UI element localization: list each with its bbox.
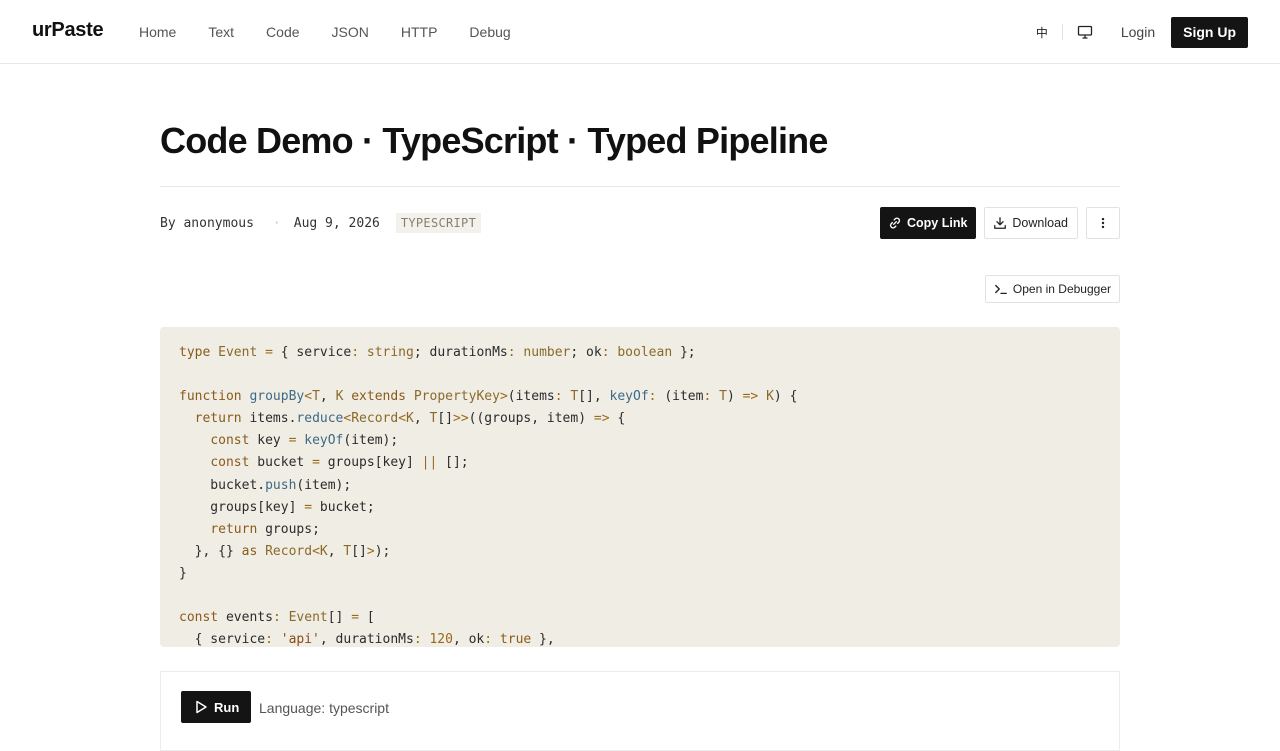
login-link[interactable]: Login: [1121, 24, 1155, 40]
runner-panel: Run Language: typescript: [160, 671, 1120, 751]
language-toggle[interactable]: 中: [1032, 24, 1052, 41]
download-icon: [993, 216, 1007, 230]
language-badge: TYPESCRIPT: [395, 213, 482, 233]
paste-meta: By anonymous · Aug 9, 2026 TYPESCRIPT: [160, 212, 482, 234]
code-line: groups[key] = bucket;: [179, 499, 375, 515]
play-icon: [193, 699, 209, 715]
page-title: Code Demo · TypeScript · Typed Pipeline: [160, 120, 828, 161]
nav-http[interactable]: HTTP: [401, 24, 438, 40]
terminal-icon: [994, 282, 1008, 296]
code-line: const bucket = groups[key] || [];: [210, 455, 469, 471]
nav-text[interactable]: Text: [208, 24, 234, 40]
run-button[interactable]: Run: [181, 691, 252, 723]
desktop-icon[interactable]: [1075, 22, 1095, 42]
signup-button[interactable]: Sign Up: [1171, 16, 1248, 48]
more-vertical-icon[interactable]: [1086, 207, 1120, 239]
nav-code[interactable]: Code: [266, 24, 299, 40]
open-debugger-label: Open in Debugger: [1012, 282, 1111, 296]
code-line: return items.reduce<Record<K, T[]>>((gro…: [194, 411, 626, 427]
header-tools: 中 Login Sign Up: [1032, 16, 1248, 48]
run-label: Run: [214, 699, 240, 715]
code-block[interactable]: type Event = { service: string; duration…: [160, 327, 1120, 647]
paste-date: Aug 9, 2026: [293, 215, 380, 231]
meta-separator: ·: [272, 215, 281, 231]
brand-logo[interactable]: urPaste: [32, 19, 104, 42]
code-line: return groups;: [210, 521, 320, 537]
author: By anonymous: [160, 215, 254, 231]
link-icon: [888, 216, 902, 230]
open-debugger-button[interactable]: Open in Debugger: [984, 275, 1120, 303]
nav-json[interactable]: JSON: [332, 24, 369, 40]
main-nav: Home Text Code JSON HTTP Debug: [139, 0, 543, 64]
code-line: function groupBy<T, K extends PropertyKe…: [179, 389, 798, 405]
code-line: }, {} as Record<K, T[]>);: [179, 543, 391, 559]
nav-home[interactable]: Home: [139, 24, 176, 40]
code-content: type Event = { service: string; duration…: [179, 342, 1101, 647]
code-line: type Event = { service: string; duration…: [179, 345, 696, 360]
paste-actions: Copy Link Download: [879, 207, 1120, 239]
code-line: }: [179, 565, 187, 581]
divider: [1061, 24, 1063, 40]
code-line: const key = keyOf(item);: [210, 433, 399, 449]
top-nav: urPaste Home Text Code JSON HTTP Debug 中…: [0, 0, 1280, 64]
copy-link-button[interactable]: Copy Link: [879, 207, 977, 239]
runner-language: Language: typescript: [259, 700, 389, 716]
download-button[interactable]: Download: [984, 207, 1078, 239]
code-line: const events: Event[] = [: [179, 610, 375, 626]
code-line: bucket.push(item);: [179, 477, 352, 493]
copy-link-label: Copy Link: [906, 216, 968, 230]
nav-debug[interactable]: Debug: [469, 24, 510, 40]
code-line: { service: 'api', durationMs: 120, ok: t…: [179, 632, 555, 647]
download-label: Download: [1012, 216, 1068, 230]
title-divider: [160, 186, 1120, 187]
